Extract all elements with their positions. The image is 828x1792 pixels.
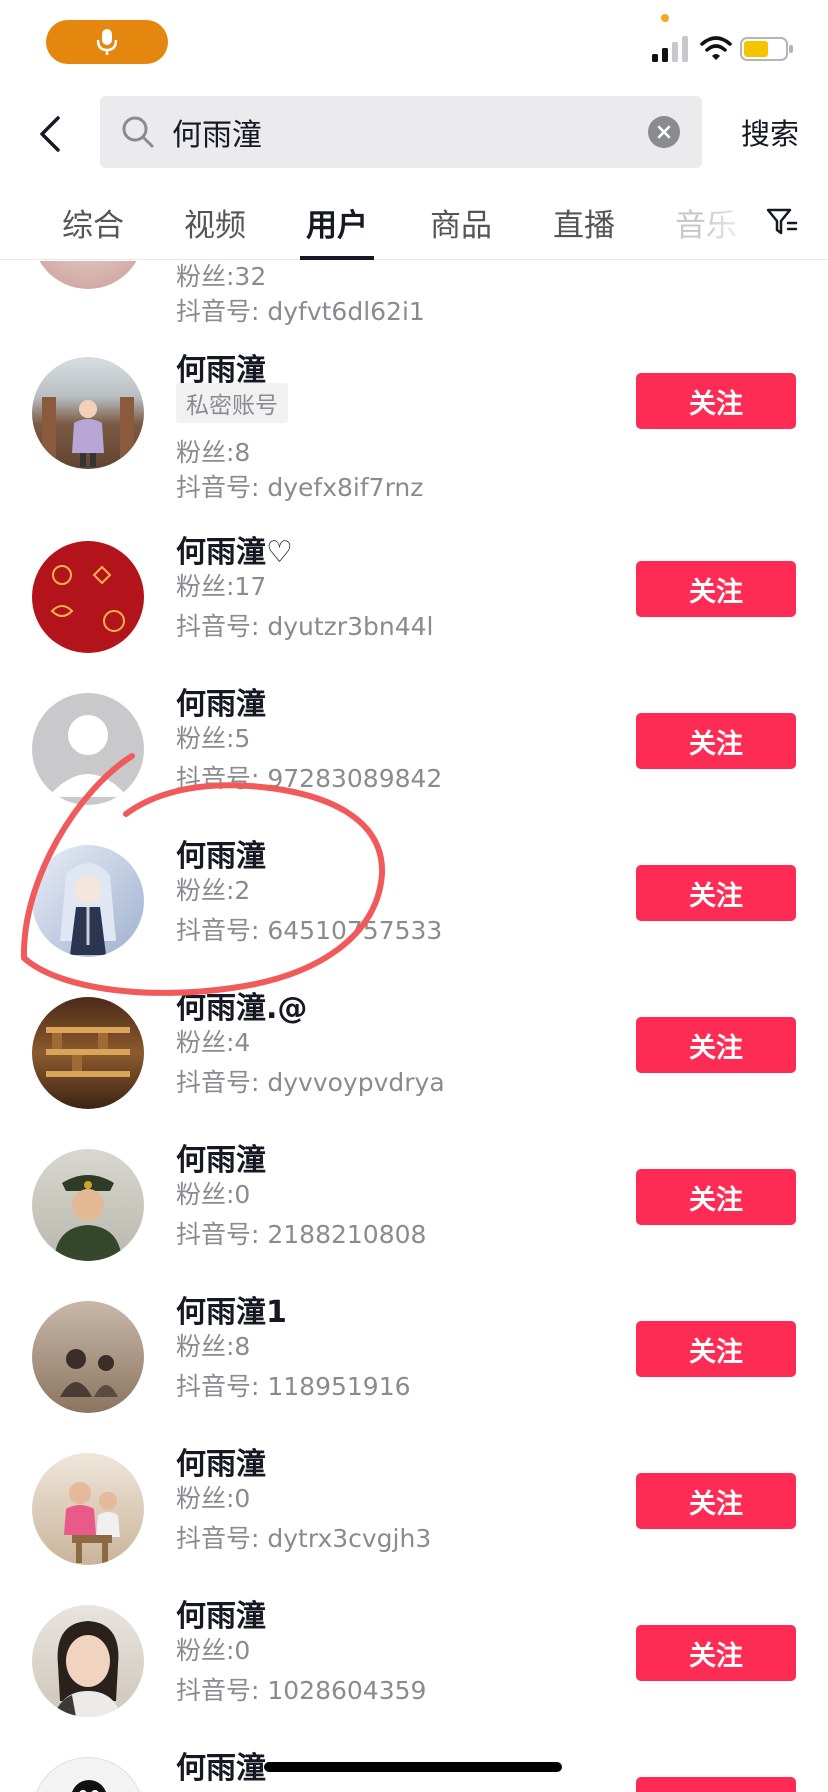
douyin-id: 抖音号: 1028604359 — [176, 1676, 427, 1705]
search-header: 搜索 — [0, 92, 828, 180]
list-item[interactable]: 何雨潼 粉丝:5 抖音号: 97283089842 关注 — [0, 685, 828, 805]
microphone-icon — [96, 29, 118, 55]
clear-search-button[interactable] — [648, 116, 680, 148]
follow-button[interactable]: 关注 — [636, 561, 796, 617]
user-name[interactable]: 何雨潼 — [176, 1135, 266, 1179]
microphone-indicator[interactable] — [46, 20, 168, 64]
tab-users[interactable]: 用户 — [300, 184, 374, 260]
follow-button[interactable]: 关注 — [636, 373, 796, 429]
user-name[interactable]: 何雨潼.@ — [176, 983, 307, 1027]
search-button[interactable]: 搜索 — [722, 108, 818, 156]
user-name[interactable]: 何雨潼 — [176, 1439, 266, 1483]
back-button[interactable] — [28, 104, 72, 164]
fans-count: 粉丝:8 — [176, 438, 251, 467]
default-avatar-icon — [48, 715, 128, 797]
list-item[interactable]: 何雨潼 粉丝:2 抖音号: 64510757533 关注 — [0, 837, 828, 957]
follow-button[interactable]: 关注 — [636, 1625, 796, 1681]
battery-icon — [740, 37, 793, 61]
avatar-photo — [42, 397, 134, 469]
avatar-photo — [46, 1027, 130, 1077]
fans-count: 粉丝:0 — [176, 1180, 251, 1209]
avatar[interactable] — [32, 997, 144, 1109]
user-name[interactable]: 何雨潼♡ — [176, 527, 293, 571]
list-item[interactable]: 何雨潼 私密账号 粉丝:8 抖音号: dyefx8if7rnz 关注 — [0, 349, 828, 502]
avatar-photo — [60, 1349, 118, 1397]
search-icon — [122, 116, 154, 148]
douyin-id: 抖音号: 97283089842 — [176, 764, 443, 793]
avatar[interactable] — [32, 1605, 144, 1717]
user-name[interactable]: 何雨潼 — [176, 679, 266, 723]
douyin-id: 抖音号: dyfvt6dl62i1 — [176, 297, 425, 326]
avatar[interactable] — [32, 1149, 144, 1261]
tab-live[interactable]: 直播 — [551, 184, 617, 260]
avatar[interactable] — [32, 845, 144, 957]
avatar-photo — [64, 1482, 120, 1563]
user-name[interactable]: 何雨潼 — [176, 1743, 266, 1787]
avatar-photo — [72, 1780, 106, 1792]
home-indicator[interactable] — [264, 1762, 562, 1772]
list-item[interactable]: 何雨潼.@ 粉丝:4 抖音号: dyvvoypvdrya 关注 — [0, 989, 828, 1109]
list-item[interactable]: 粉丝:32 抖音号: dyfvt6dl62i1 — [0, 261, 828, 326]
douyin-id: 抖音号: dytrx3cvgjh3 — [176, 1524, 432, 1553]
douyin-id: 抖音号: 64510757533 — [176, 916, 443, 945]
avatar[interactable] — [32, 1301, 144, 1413]
private-account-tag: 私密账号 — [176, 383, 288, 423]
douyin-id: 抖音号: dyvvoypvdrya — [176, 1068, 445, 1097]
avatar[interactable] — [32, 357, 144, 469]
chevron-left-icon — [40, 116, 60, 152]
avatar-photo — [50, 565, 125, 632]
fans-count: 粉丝:0 — [176, 1636, 251, 1665]
avatar[interactable] — [32, 1757, 144, 1792]
list-item[interactable]: 何雨潼1 粉丝:8 抖音号: 118951916 关注 — [0, 1293, 828, 1413]
list-item[interactable]: 何雨潼 粉丝:0 抖音号: 1028604359 关注 — [0, 1597, 828, 1717]
follow-button[interactable]: 关注 — [636, 713, 796, 769]
fans-count: 粉丝:17 — [176, 572, 267, 601]
filter-icon — [766, 208, 798, 235]
fans-count: 粉丝:5 — [176, 724, 251, 753]
follow-button[interactable]: 关注 — [636, 1777, 796, 1792]
user-name[interactable]: 何雨潼 — [176, 831, 266, 875]
cellular-signal-icon — [652, 36, 688, 62]
avatar-photo — [54, 1621, 122, 1717]
tab-products[interactable]: 商品 — [428, 184, 494, 260]
fans-count: 粉丝:2 — [176, 876, 251, 905]
follow-button[interactable]: 关注 — [636, 865, 796, 921]
avatar-photo — [54, 1175, 122, 1261]
avatar[interactable] — [32, 1453, 144, 1565]
close-icon — [657, 125, 671, 139]
douyin-id: 抖音号: 118951916 — [176, 1372, 411, 1401]
status-bar — [0, 0, 828, 88]
list-item[interactable]: 何雨潼 粉丝:0 抖音号: 2188210808 关注 — [0, 1141, 828, 1261]
follow-button[interactable]: 关注 — [636, 1169, 796, 1225]
tab-fade-overlay — [700, 184, 760, 258]
filter-button[interactable] — [756, 198, 808, 246]
tab-comprehensive[interactable]: 综合 — [60, 184, 126, 260]
privacy-indicator-dot — [661, 14, 669, 22]
list-item[interactable]: 何雨潼 粉丝:0 抖音号: dytrx3cvgjh3 关注 — [0, 1445, 828, 1565]
tab-videos[interactable]: 视频 — [182, 184, 248, 260]
avatar[interactable] — [32, 693, 144, 805]
search-box[interactable] — [100, 96, 702, 168]
result-tabs: 综合 视频 用户 商品 直播 音乐 — [0, 184, 828, 260]
search-input[interactable] — [172, 96, 642, 168]
fans-count: 粉丝:0 — [176, 1484, 251, 1513]
avatar[interactable] — [32, 261, 144, 289]
douyin-id: 抖音号: dyefx8if7rnz — [176, 473, 424, 502]
follow-button[interactable]: 关注 — [636, 1017, 796, 1073]
user-name[interactable]: 何雨潼1 — [176, 1287, 287, 1331]
fans-count: 粉丝:8 — [176, 1332, 251, 1361]
douyin-id: 抖音号: dyutzr3bn44l — [176, 612, 434, 641]
user-results-list: 粉丝:32 抖音号: dyfvt6dl62i1 何雨潼 私密账号 粉丝:8 抖音… — [0, 261, 828, 1792]
douyin-id: 抖音号: 2188210808 — [176, 1220, 427, 1249]
follow-button[interactable]: 关注 — [636, 1321, 796, 1377]
wifi-icon — [700, 36, 732, 60]
follow-button[interactable]: 关注 — [636, 1473, 796, 1529]
fans-count: 粉丝:4 — [176, 1028, 251, 1057]
avatar-photo — [60, 863, 116, 955]
avatar[interactable] — [32, 541, 144, 653]
list-item[interactable]: 何雨潼♡ 粉丝:17 抖音号: dyutzr3bn44l 关注 — [0, 533, 828, 653]
user-name[interactable]: 何雨潼 — [176, 1591, 266, 1635]
fans-count: 粉丝:32 — [176, 262, 267, 291]
